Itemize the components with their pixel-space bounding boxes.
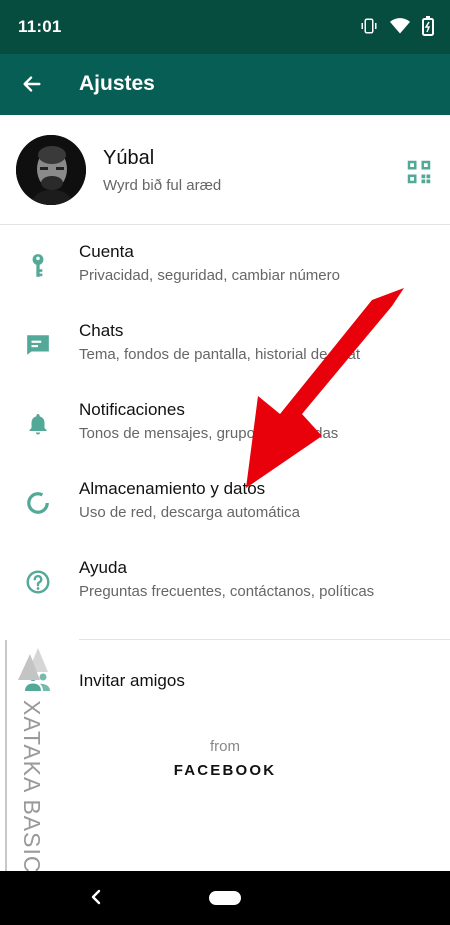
watermark-text: XATAKA BASICS: [19, 700, 45, 890]
divider: [79, 639, 450, 640]
menu-item-notificaciones[interactable]: Notificaciones Tonos de mensajes, grupos…: [0, 384, 450, 463]
menu-subtitle: Preguntas frecuentes, contáctanos, polít…: [79, 583, 375, 600]
menu-item-almacenamiento[interactable]: Almacenamiento y datos Uso de red, desca…: [0, 463, 450, 542]
footer-from: from: [210, 738, 240, 755]
help-icon: [22, 566, 54, 598]
menu-item-cuenta[interactable]: Cuenta Privacidad, seguridad, cambiar nú…: [0, 226, 450, 305]
menu-subtitle: Privacidad, seguridad, cambiar número: [79, 267, 340, 284]
profile-name: Yúbal: [103, 147, 155, 169]
profile-status: Wyrd bið ful aræd: [103, 177, 222, 194]
data-usage-icon: [22, 487, 54, 519]
menu-title: Ayuda: [79, 558, 127, 577]
profile-row[interactable]: Yúbal Wyrd bið ful aræd: [0, 115, 450, 225]
menu-item-chats[interactable]: Chats Tema, fondos de pantalla, historia…: [0, 305, 450, 384]
menu-title: Cuenta: [79, 242, 134, 261]
invite-friends-item[interactable]: Invitar amigos: [0, 642, 450, 718]
nav-home-button[interactable]: [209, 891, 241, 905]
key-icon: [22, 250, 54, 282]
status-bar: 11:01: [0, 0, 450, 54]
bell-icon: [22, 408, 54, 440]
chat-icon: [22, 329, 54, 361]
battery-icon: [422, 16, 434, 36]
menu-title: Chats: [79, 321, 124, 340]
invite-label: Invitar amigos: [79, 671, 185, 690]
status-icons: [360, 16, 434, 36]
navigation-bar: [0, 871, 450, 925]
vibrate-icon: [361, 18, 377, 34]
qr-code-icon: [407, 160, 431, 184]
footer-brand: FACEBOOK: [173, 762, 277, 779]
menu-item-ayuda[interactable]: Ayuda Preguntas frecuentes, contáctanos,…: [0, 542, 450, 621]
app-bar: Ajustes: [0, 54, 450, 115]
nav-back-button[interactable]: [85, 885, 109, 909]
qr-code-button[interactable]: [404, 157, 434, 187]
menu-subtitle: Tonos de mensajes, grupos y llamadas: [79, 425, 339, 442]
chevron-left-icon: [91, 889, 101, 905]
status-time: 11:01: [18, 17, 62, 36]
menu-subtitle: Tema, fondos de pantalla, historial de c…: [79, 346, 361, 363]
avatar[interactable]: [16, 135, 86, 205]
arrow-back-icon: [23, 76, 41, 92]
wifi-icon: [390, 18, 410, 34]
page-title: Ajustes: [79, 72, 155, 95]
back-button[interactable]: [14, 66, 50, 102]
menu-title: Notificaciones: [79, 400, 185, 419]
menu-subtitle: Uso de red, descarga automática: [79, 504, 300, 521]
people-icon: [22, 666, 54, 698]
menu-title: Almacenamiento y datos: [79, 479, 266, 498]
